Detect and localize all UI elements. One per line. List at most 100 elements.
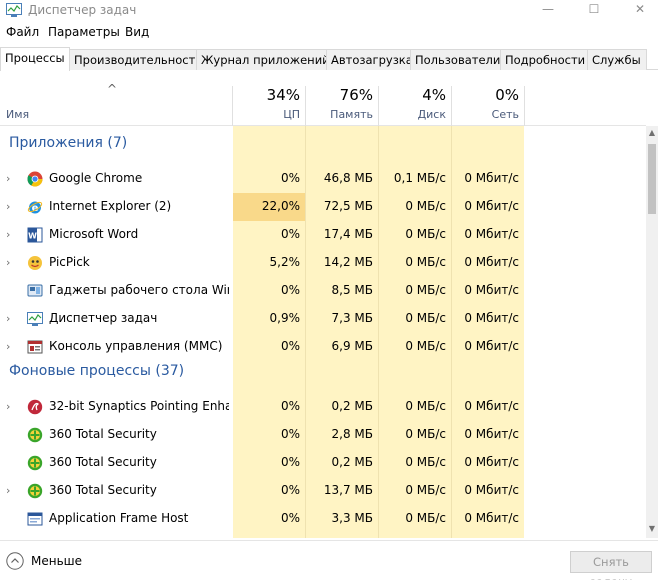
cpu-value: 0%: [280, 511, 300, 525]
close-button[interactable]: ✕: [620, 0, 658, 20]
process-name: 360 Total Security: [49, 427, 157, 441]
disk-value: 0 МБ/с: [405, 283, 446, 297]
scrollbar-thumb[interactable]: [648, 144, 656, 214]
menu-options[interactable]: Параметры: [48, 25, 120, 39]
footer: [0, 540, 658, 580]
memory-value: 0,2 МБ: [331, 399, 373, 413]
network-value: 0 Мбит/с: [464, 227, 519, 241]
process-row[interactable]: › 360 Total Security 0% 13,7 МБ 0 МБ/с 0 Мбит…: [0, 477, 646, 505]
disk-total-percent[interactable]: 4%: [382, 86, 446, 104]
scroll-down-icon[interactable]: ▼: [646, 524, 658, 536]
process-row[interactable]: › Диспетчер задач 0,9% 7,3 МБ 0 МБ/с 0 Мбит/с: [0, 305, 646, 333]
tab-users[interactable]: Пользователи: [410, 49, 501, 70]
process-name: 360 Total Security: [49, 455, 157, 469]
process-name: Internet Explorer (2): [49, 199, 172, 213]
memory-column-label[interactable]: Память: [309, 108, 373, 121]
chevron-right-icon[interactable]: ›: [6, 400, 10, 413]
minimize-button[interactable]: —: [528, 0, 568, 20]
memory-value: 0,2 МБ: [331, 455, 373, 469]
network-total-percent[interactable]: 0%: [455, 86, 519, 104]
scroll-up-icon[interactable]: ▲: [646, 128, 658, 140]
memory-value: 2,8 МБ: [331, 427, 373, 441]
picpick-icon: [27, 255, 43, 271]
process-name: Microsoft Word: [49, 227, 139, 241]
memory-value: 14,2 МБ: [323, 255, 373, 269]
network-value: 0 Мбит/с: [464, 255, 519, 269]
process-row[interactable]: › Google Chrome 0% 46,8 МБ 0,1 МБ/с 0 Мбит/с: [0, 165, 646, 193]
disk-value: 0 МБ/с: [405, 227, 446, 241]
app-frame-host-icon: [27, 511, 43, 527]
tab-details[interactable]: Подробности: [500, 49, 588, 70]
svg-text:W: W: [28, 232, 37, 241]
network-column-label[interactable]: Сеть: [455, 108, 519, 121]
cpu-total-percent[interactable]: 34%: [236, 86, 300, 104]
cpu-value: 5,2%: [269, 255, 301, 269]
chevron-right-icon[interactable]: ›: [6, 312, 10, 325]
tab-bar: Процессы Производительность Журнал прило…: [0, 47, 658, 71]
network-value: 0 Мбит/с: [464, 427, 519, 441]
network-value: 0 Мбит/с: [464, 171, 519, 185]
chevron-right-icon[interactable]: ›: [6, 256, 10, 269]
column-divider: [524, 86, 525, 126]
chevron-right-icon[interactable]: ›: [6, 200, 10, 213]
fewer-details-link[interactable]: Меньше: [31, 554, 82, 568]
menu-view[interactable]: Вид: [125, 25, 149, 39]
cpu-value: 0%: [280, 483, 300, 497]
process-row[interactable]: Application Frame Host 0% 3,3 МБ 0 МБ/с 0 Мб…: [0, 505, 646, 533]
column-name-label[interactable]: Имя: [6, 108, 29, 121]
task-manager-icon: [27, 311, 43, 327]
chevron-right-icon[interactable]: ›: [6, 484, 10, 497]
sort-up-icon: ^: [107, 82, 118, 96]
group-title: Фоновые процессы (37): [9, 363, 185, 379]
process-row[interactable]: › PicPick 5,2% 14,2 МБ 0 МБ/с 0 Мбит/с: [0, 249, 646, 277]
process-name: Консоль управления (MMC): [49, 339, 223, 353]
network-value: 0 Мбит/с: [464, 339, 519, 353]
tab-processes[interactable]: Процессы: [0, 47, 70, 71]
disk-value: 0,1 МБ/с: [393, 171, 446, 185]
process-name: 360 Total Security: [49, 483, 157, 497]
process-row[interactable]: Гаджеты рабочего стола Wind... 0% 8,5 МБ 0 …: [0, 277, 646, 305]
column-divider: [305, 86, 306, 126]
process-row[interactable]: › 32-bit Synaptics Pointing Enhan... 0% 0,2…: [0, 393, 646, 421]
chevron-right-icon[interactable]: ›: [6, 172, 10, 185]
cpu-value: 0%: [280, 427, 300, 441]
title-bar: Диспетчер задач — ☐ ✕: [0, 0, 658, 22]
memory-value: 72,5 МБ: [323, 199, 373, 213]
disk-column-label[interactable]: Диск: [382, 108, 446, 121]
process-row[interactable]: › W Microsoft Word 0% 17,4 МБ 0 МБ/с 0 Мбит/с: [0, 221, 646, 249]
process-row[interactable]: 360 Total Security 0% 0,2 МБ 0 МБ/с 0 Мбит/с: [0, 449, 646, 477]
cpu-value: 0%: [280, 455, 300, 469]
memory-total-percent[interactable]: 76%: [309, 86, 373, 104]
network-value: 0 Мбит/с: [464, 511, 519, 525]
column-divider: [451, 86, 452, 126]
cpu-value: 0,9%: [269, 311, 301, 325]
cpu-value: 0%: [280, 171, 300, 185]
process-name: Диспетчер задач: [49, 311, 158, 325]
end-task-button[interactable]: Снять задачу: [570, 551, 652, 580]
memory-value: 3,3 МБ: [331, 511, 373, 525]
column-divider: [378, 86, 379, 126]
chevron-right-icon[interactable]: ›: [6, 340, 10, 353]
tab-app-history[interactable]: Журнал приложений: [196, 49, 330, 70]
menu-file[interactable]: Файл: [6, 25, 39, 39]
tab-performance[interactable]: Производительность: [69, 49, 202, 70]
disk-value: 0 МБ/с: [405, 199, 446, 213]
tab-startup[interactable]: Автозагрузка: [326, 49, 413, 70]
tab-services[interactable]: Службы: [587, 49, 647, 70]
process-row[interactable]: › e Internet Explorer (2) 22,0% 72,5 МБ 0 МБ/…: [0, 193, 646, 221]
cpu-column-label[interactable]: ЦП: [236, 108, 300, 121]
process-row[interactable]: 360 Total Security 0% 2,8 МБ 0 МБ/с 0 Мбит/с: [0, 421, 646, 449]
360-security-icon: [27, 427, 43, 443]
process-name: Google Chrome: [49, 171, 143, 185]
360-security-icon: [27, 483, 43, 499]
column-divider: [232, 86, 233, 126]
disk-value: 0 МБ/с: [405, 455, 446, 469]
disk-value: 0 МБ/с: [405, 483, 446, 497]
cpu-value: 0%: [280, 339, 300, 353]
maximize-button[interactable]: ☐: [574, 0, 614, 20]
chevron-up-circle-icon[interactable]: [6, 552, 24, 570]
disk-value: 0 МБ/с: [405, 511, 446, 525]
process-row[interactable]: › Консоль управления (MMC) 0% 6,9 МБ 0 МБ/с 0…: [0, 333, 646, 361]
chevron-right-icon[interactable]: ›: [6, 228, 10, 241]
memory-value: 46,8 МБ: [323, 171, 373, 185]
